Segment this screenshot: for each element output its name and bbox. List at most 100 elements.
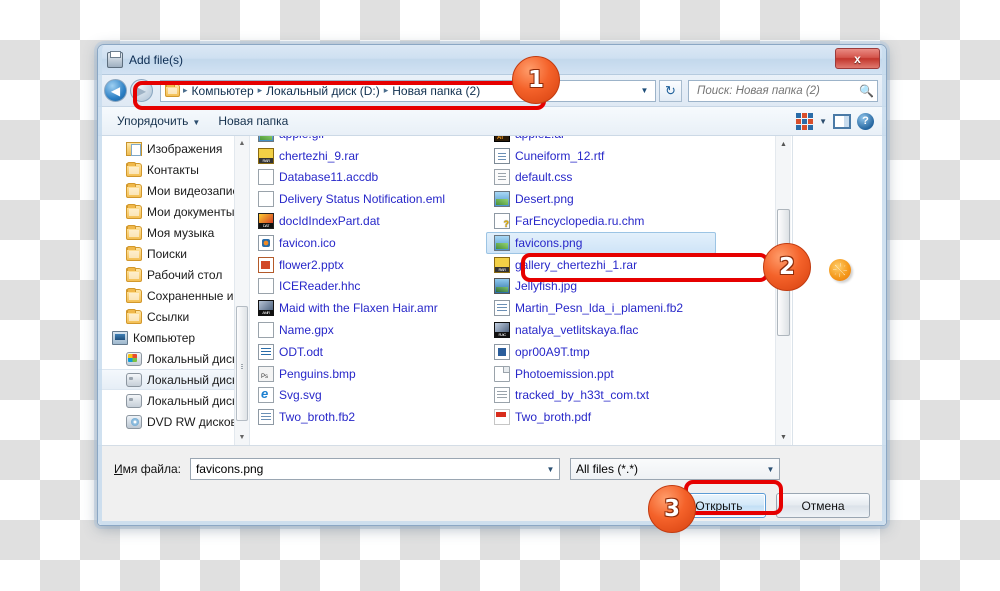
image-file-icon (494, 234, 510, 251)
icon-file-icon (258, 234, 274, 251)
scroll-down-arrow-icon[interactable]: ▼ (776, 429, 791, 445)
file-list-item[interactable]: flower2.pptx (250, 254, 486, 276)
file-list-item[interactable]: gallery_chertezhi_1.rar (486, 254, 722, 276)
sidebar-item[interactable]: Локальный диск (98, 369, 249, 390)
sidebar-item-label: Компьютер (133, 330, 196, 345)
file-list-item[interactable]: FarEncyclopedia.ru.chm (486, 210, 722, 232)
sidebar-item[interactable]: Поиски (98, 243, 249, 264)
chevron-down-icon[interactable]: ▼ (819, 117, 827, 126)
file-type-filter[interactable]: All files (*.*) ▼ (569, 458, 780, 480)
preview-pane (792, 136, 886, 445)
file-list-item[interactable]: ODT.odt (250, 341, 486, 363)
file-list-item[interactable]: docIdIndexPart.dat (250, 210, 486, 232)
file-list-item[interactable]: Desert.png (486, 188, 722, 210)
chevron-down-icon[interactable]: ▼ (762, 459, 779, 479)
file-list-item[interactable]: favicon.ico (250, 232, 486, 254)
sidebar-item[interactable]: Компьютер (98, 327, 249, 348)
file-name-label: ICEReader.hhc (279, 279, 361, 294)
preview-pane-icon[interactable] (833, 113, 851, 129)
sidebar-item-label: Контакты (147, 162, 199, 177)
file-list-item[interactable]: Cuneiform_12.rtf (486, 145, 722, 167)
sidebar-item[interactable]: Изображения (98, 138, 249, 159)
breadcrumb-item-computer[interactable]: Компьютер (189, 84, 257, 98)
breadcrumb[interactable]: ▸ Компьютер ▸ Локальный диск (D:) ▸ Нова… (160, 79, 656, 102)
search-icon[interactable]: 🔍 (859, 84, 874, 98)
file-list-item[interactable]: Name.gpx (250, 319, 486, 341)
rar-archive-icon (258, 147, 274, 164)
file-list-item[interactable]: default.css (486, 167, 722, 189)
file-list-item[interactable]: Two_broth.pdf (486, 406, 722, 428)
close-button[interactable]: x (835, 48, 880, 69)
sidebar-item-label: Поиски (147, 246, 187, 261)
folder-documents-icon (126, 203, 142, 219)
organize-button[interactable]: Упорядочить ▼ (108, 114, 209, 128)
file-list-item[interactable]: chertezhi_9.rar (250, 145, 486, 167)
file-list-item[interactable]: Jellyfish.jpg (486, 276, 722, 298)
sidebar-item[interactable]: DVD RW дисково (98, 411, 249, 432)
new-folder-button[interactable]: Новая папка (209, 114, 297, 128)
file-name-label: Two_broth.fb2 (279, 410, 356, 425)
refresh-icon[interactable]: ↻ (659, 79, 682, 102)
sidebar-item-label: Мои документы (147, 204, 235, 219)
organize-label: Упорядочить (117, 114, 189, 128)
sidebar-item-label: Мои видеозаписи (147, 183, 246, 198)
file-list-item[interactable]: Delivery Status Notification.eml (250, 188, 486, 210)
file-list-item[interactable]: Martin_Pesn_lda_i_plameni.fb2 (486, 297, 722, 319)
chevron-down-icon[interactable]: ▼ (636, 81, 653, 101)
cancel-button[interactable]: Отмена (776, 493, 870, 518)
folder-links-icon (126, 308, 142, 324)
file-list-item[interactable]: Maid with the Flaxen Hair.amr (250, 297, 486, 319)
breadcrumb-item-local-disk-d[interactable]: Локальный диск (D:) (263, 84, 383, 98)
scroll-down-arrow-icon[interactable]: ▼ (235, 430, 249, 445)
file-name-label: apple.gif (279, 136, 324, 141)
file-name-label: Martin_Pesn_lda_i_plameni.fb2 (515, 301, 684, 316)
open-button-rest: ткрыть (704, 498, 743, 513)
file-list-item-selected[interactable]: favicons.png (486, 231, 716, 254)
sidebar-item[interactable]: Мои видеозаписи (98, 180, 249, 201)
generic-file-icon (258, 169, 274, 186)
file-list-item[interactable]: Two_broth.fb2 (250, 406, 486, 428)
file-name-label: FarEncyclopedia.ru.chm (515, 214, 645, 229)
file-list-item[interactable]: Svg.svg (250, 385, 486, 407)
folder-desktop-icon (126, 266, 142, 282)
file-list-item[interactable]: Penguins.bmp (250, 363, 486, 385)
file-type-filter-value: All files (*.*) (575, 462, 638, 476)
view-options-icon[interactable] (796, 112, 814, 130)
file-list-item[interactable]: Database11.accdb (250, 167, 486, 189)
scroll-up-arrow-icon[interactable]: ▲ (235, 136, 249, 151)
search-box[interactable]: 🔍 (688, 79, 878, 102)
file-list-item[interactable]: opr00A9T.tmp (486, 341, 722, 363)
filename-input[interactable]: favicons.png ▼ (189, 458, 560, 480)
search-input[interactable] (695, 83, 860, 98)
file-list-item[interactable]: Photoemission.ppt (486, 363, 722, 385)
file-list-item[interactable]: ICEReader.hhc (250, 276, 486, 298)
sidebar-item[interactable]: Локальный диск (98, 348, 249, 369)
file-list-item[interactable]: apple.gif (250, 136, 486, 145)
sidebar-item[interactable]: Рабочий стол (98, 264, 249, 285)
filename-label-rest: мя файла: (122, 462, 181, 476)
file-name-label: chertezhi_9.rar (279, 148, 360, 163)
sidebar-item[interactable]: Сохраненные игры (98, 285, 249, 306)
pdf-file-icon (494, 409, 510, 426)
internet-explorer-icon (258, 386, 274, 404)
sidebar-item[interactable]: Локальный диск (98, 390, 249, 411)
file-list-item[interactable]: natalya_vetlitskaya.flac (486, 319, 722, 341)
sidebar-item[interactable]: Ссылки (98, 306, 249, 327)
filename-label: Имя файла: (114, 462, 181, 476)
scrollbar-thumb[interactable] (236, 306, 248, 421)
sidebar-item[interactable]: Моя музыка (98, 222, 249, 243)
help-icon[interactable]: ? (857, 112, 874, 130)
sidebar-item[interactable]: Контакты (98, 159, 249, 180)
scroll-up-arrow-icon[interactable]: ▲ (776, 136, 791, 152)
back-button[interactable]: ◀ (104, 79, 127, 102)
chevron-down-icon[interactable]: ▼ (542, 459, 559, 479)
disk-windows-icon (126, 351, 142, 366)
breadcrumb-item-new-folder-2[interactable]: Новая папка (2) (389, 84, 483, 98)
file-list-item[interactable]: tracked_by_h33t_com.txt (486, 385, 722, 407)
navigation-scrollbar[interactable]: ▲ ▼ (234, 136, 249, 445)
sidebar-item[interactable]: Мои документы (98, 201, 249, 222)
forward-button[interactable]: ▶ (130, 79, 153, 102)
dialog-buttons: Открыть Отмена (672, 493, 870, 518)
sidebar-item-label: Локальный диск (147, 351, 238, 366)
file-list-item[interactable]: apple2.ai (486, 136, 722, 145)
